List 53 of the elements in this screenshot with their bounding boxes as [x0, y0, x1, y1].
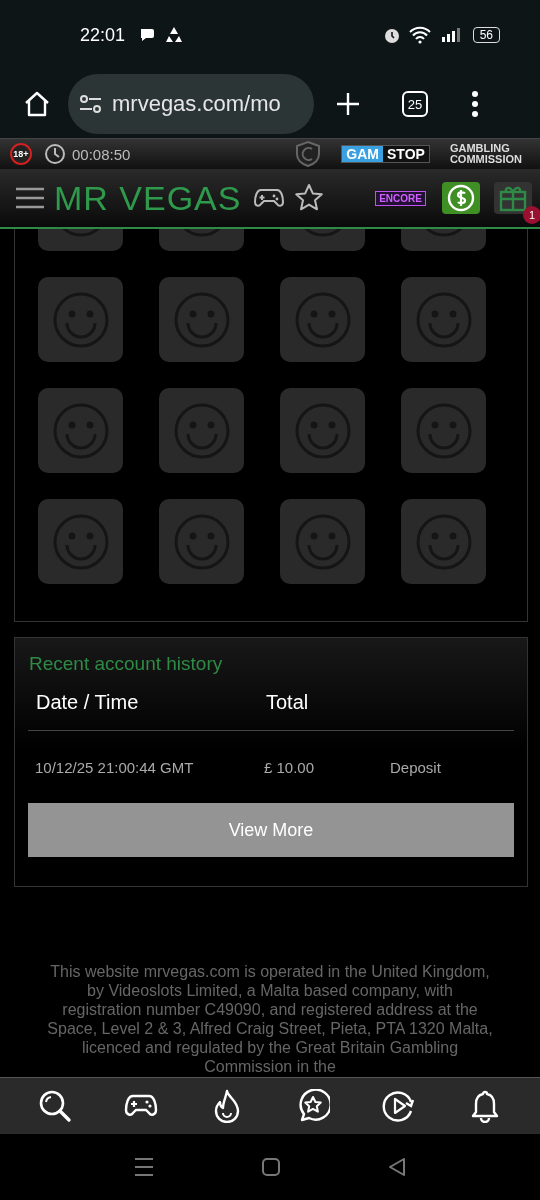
more-menu-icon[interactable] — [470, 90, 480, 118]
table-cell-text: £ 10.00 — [264, 758, 316, 776]
game-tile[interactable] — [38, 388, 123, 473]
signal-icon — [440, 27, 461, 43]
session-timer: 00:08:50 — [72, 145, 131, 163]
new-tab-icon[interactable] — [334, 90, 362, 118]
site-settings-icon[interactable] — [78, 93, 104, 115]
back-icon[interactable] — [387, 1157, 407, 1177]
menu-icon[interactable] — [14, 185, 46, 211]
gambling-commission-logo[interactable]: GAMBLING COMMISSION — [449, 143, 522, 165]
game-tile[interactable] — [38, 277, 123, 362]
column-header: Date / Time — [35, 691, 140, 714]
game-tile[interactable] — [159, 499, 244, 584]
replay-icon[interactable] — [382, 1089, 416, 1123]
home-button-icon[interactable] — [261, 1157, 281, 1177]
gamepad-icon[interactable] — [253, 186, 286, 210]
game-tile[interactable] — [280, 499, 365, 584]
gift-icon — [498, 184, 528, 212]
table-cell: Deposit — [390, 758, 441, 776]
gamepad-icon[interactable] — [124, 1093, 158, 1119]
site-logo[interactable]: MR VEGAS — [54, 178, 242, 218]
game-tile[interactable] — [401, 277, 486, 362]
status-time: 22:01 — [80, 24, 126, 46]
column-header: Total — [266, 691, 309, 714]
encore-logo[interactable]: ENCORE — [375, 190, 426, 206]
cashier-button[interactable] — [442, 182, 480, 214]
alarm-icon — [382, 26, 401, 44]
flame-icon[interactable] — [213, 1089, 241, 1123]
star-bubble-icon[interactable] — [296, 1089, 330, 1123]
legal-text: This website mrvegas.com is operated in the United Kingdom, by Videoslots Limited, a Malta based company, with registration number C49090, and registered address at the Space, Level 2 & 3, Alfred Craig Street, Pieta, PTA 1320 Malta, licenced and regulated by the Great Britain Gambling Commission in the — [46, 962, 494, 1076]
card-title: Recent account history — [28, 652, 224, 675]
tab-count-button[interactable]: 25 — [402, 91, 428, 117]
game-tile[interactable] — [38, 499, 123, 584]
game-tile[interactable] — [401, 499, 486, 584]
wifi-icon — [408, 26, 433, 44]
age-badge: 18+ — [10, 143, 32, 165]
address-bar[interactable]: mrvegas.com/mo — [68, 74, 314, 134]
recycle-icon — [165, 26, 184, 44]
search-icon[interactable] — [38, 1089, 72, 1123]
game-tile[interactable] — [280, 388, 365, 473]
game-tile[interactable] — [401, 388, 486, 473]
notification-badge: 1 — [523, 206, 540, 224]
recent-apps-icon[interactable] — [133, 1157, 155, 1177]
game-tile[interactable] — [159, 277, 244, 362]
dollar-icon — [447, 184, 475, 212]
game-tile[interactable] — [159, 388, 244, 473]
game-tile[interactable] — [280, 277, 365, 362]
table-cell-text: 10/12/25 21:00:44 GMT — [34, 758, 195, 776]
bell-icon[interactable] — [471, 1089, 499, 1123]
rewards-button[interactable] — [494, 182, 532, 214]
battery-level: 56 — [472, 27, 500, 43]
gamstop-logo[interactable]: GAM STOP — [341, 145, 430, 163]
clock-icon — [44, 143, 66, 165]
